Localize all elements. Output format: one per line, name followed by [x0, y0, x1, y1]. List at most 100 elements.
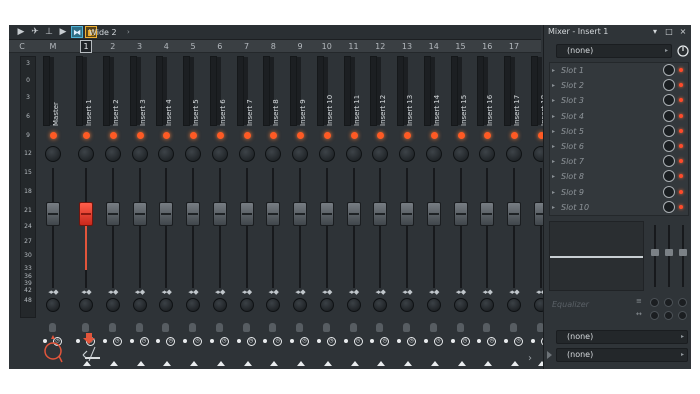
stereo-knob[interactable]: [79, 298, 93, 312]
channel-strip-0[interactable]: Master ◂▸◆ ◷: [41, 56, 65, 356]
eq-mid-handle[interactable]: [665, 249, 673, 256]
enable-led[interactable]: [350, 132, 358, 139]
slot-arrow-icon[interactable]: ▸: [552, 139, 555, 154]
effect-slot-10[interactable]: ▸ Slot 10: [550, 200, 688, 215]
effect-slot-5[interactable]: ▸ Slot 5: [550, 124, 688, 139]
stereo-knob[interactable]: [346, 298, 361, 312]
pan-knob[interactable]: [399, 146, 415, 162]
pre-dot[interactable]: [397, 339, 401, 343]
slot-led[interactable]: [679, 98, 683, 103]
enable-led[interactable]: [484, 132, 492, 139]
slot-mix-knob[interactable]: [663, 64, 675, 76]
track-number-15[interactable]: 15: [449, 40, 473, 53]
enable-led[interactable]: [430, 132, 438, 139]
pre-dot[interactable]: [504, 339, 508, 343]
latency-clock-icon[interactable]: ◷: [112, 337, 122, 346]
track-number-5[interactable]: 5: [181, 40, 205, 53]
stereo-separation-icon[interactable]: ◂▸◆: [371, 288, 389, 296]
channel-strip-9[interactable]: Insert 9 ◂▸◆ ◷: [288, 56, 312, 366]
volume-fader[interactable]: [480, 202, 495, 226]
slot-mix-knob[interactable]: [663, 94, 675, 107]
send-arrow-icon[interactable]: [136, 361, 145, 366]
eq-display[interactable]: [549, 221, 644, 291]
volume-fader[interactable]: [373, 202, 388, 226]
send-arrow-icon[interactable]: [484, 361, 493, 366]
stereo-knob[interactable]: [46, 298, 60, 312]
volume-fader[interactable]: [266, 202, 281, 226]
latency-clock-icon[interactable]: ◷: [326, 337, 336, 346]
send-arrow-icon[interactable]: [243, 361, 252, 366]
send-arrow-icon[interactable]: [216, 361, 225, 366]
enable-led[interactable]: [404, 132, 411, 139]
latency-clock-icon[interactable]: ◷: [460, 337, 470, 346]
effect-slot-2[interactable]: ▸ Slot 2: [550, 78, 688, 93]
latency-clock-icon[interactable]: ◷: [219, 337, 229, 346]
stereo-knob[interactable]: [480, 298, 495, 312]
close-icon[interactable]: ×: [678, 26, 688, 38]
pan-knob[interactable]: [45, 146, 61, 162]
track-number-7[interactable]: 7: [235, 40, 259, 53]
stereo-separation-icon[interactable]: ◂▸◆: [345, 288, 363, 296]
output-select-b[interactable]: (none) ▸: [556, 348, 688, 362]
stereo-separation-icon[interactable]: ◂▸◆: [211, 288, 229, 296]
pan-knob[interactable]: [425, 146, 442, 162]
track-number-11[interactable]: 11: [342, 40, 366, 53]
pan-knob[interactable]: [372, 146, 389, 162]
slot-mix-knob[interactable]: [663, 185, 675, 198]
stereo-separation-icon[interactable]: ◂▸◆: [425, 288, 443, 296]
slot-led[interactable]: [679, 204, 683, 209]
enable-led[interactable]: [163, 132, 171, 139]
pan-knob[interactable]: [238, 146, 255, 162]
layout-preset-label[interactable]: Wide 2: [89, 25, 117, 40]
stereo-separation-icon[interactable]: ◂▸◆: [318, 288, 336, 296]
slot-mix-knob[interactable]: [663, 79, 675, 92]
effect-slot-6[interactable]: ▸ Slot 6: [550, 139, 688, 154]
slot-arrow-icon[interactable]: ▸: [552, 93, 555, 108]
slot-arrow-icon[interactable]: ▸: [552, 63, 555, 78]
volume-fader[interactable]: [212, 202, 227, 226]
pan-knob[interactable]: [506, 146, 522, 162]
volume-fader[interactable]: [346, 202, 361, 226]
channel-strip-13[interactable]: Insert 13 ◂▸◆ ◷: [395, 56, 419, 366]
enable-led[interactable]: [323, 132, 331, 139]
channel-strip-1[interactable]: Insert 1◂▸◆◷: [74, 56, 98, 366]
effect-slot-4[interactable]: ▸ Slot 4: [550, 109, 688, 124]
volume-fader[interactable]: [426, 202, 441, 226]
latency-clock-icon[interactable]: ◷: [166, 337, 176, 346]
track-number-2[interactable]: 2: [101, 40, 125, 53]
latency-clock-icon[interactable]: ◷: [273, 337, 283, 346]
slot-arrow-icon[interactable]: ▸: [552, 154, 555, 169]
volume-fader[interactable]: [46, 202, 60, 226]
send-arrow-icon[interactable]: [404, 361, 412, 366]
maximize-icon[interactable]: □: [664, 26, 674, 38]
stereo-separation-icon[interactable]: ◂▸◆: [398, 288, 416, 296]
slot-led[interactable]: [679, 174, 683, 179]
stereo-knob[interactable]: [105, 298, 120, 312]
volume-fader[interactable]: [453, 202, 468, 226]
pre-dot[interactable]: [183, 339, 187, 343]
stereo-knob[interactable]: [186, 298, 200, 312]
volume-fader[interactable]: [132, 202, 147, 226]
slot-arrow-icon[interactable]: ▸: [552, 124, 555, 139]
stereo-separation-icon[interactable]: ◂▸◆: [131, 288, 149, 296]
track-number-16[interactable]: 16: [475, 40, 499, 53]
stereo-knob[interactable]: [373, 298, 388, 312]
stereo-separation-icon[interactable]: ◂▸◆: [238, 288, 256, 296]
effect-slot-8[interactable]: ▸ Slot 8: [550, 169, 688, 184]
track-number-14[interactable]: 14: [422, 40, 446, 53]
pre-dot[interactable]: [423, 339, 428, 343]
stereo-knob[interactable]: [239, 298, 254, 312]
latency-clock-icon[interactable]: ◷: [380, 337, 390, 346]
snap-icon[interactable]: ✈: [29, 26, 41, 38]
stereo-knob[interactable]: [319, 298, 334, 312]
pre-dot[interactable]: [236, 339, 241, 343]
slot-mix-knob[interactable]: [663, 200, 675, 213]
pan-knob[interactable]: [158, 146, 175, 162]
enable-led[interactable]: [136, 132, 144, 139]
enable-led[interactable]: [297, 132, 304, 139]
latency-clock-icon[interactable]: ◷: [407, 337, 416, 346]
pan-knob[interactable]: [265, 146, 282, 162]
effect-slot-3[interactable]: ▸ Slot 3: [550, 93, 688, 108]
pan-knob[interactable]: [292, 146, 308, 162]
enable-led[interactable]: [511, 132, 518, 139]
